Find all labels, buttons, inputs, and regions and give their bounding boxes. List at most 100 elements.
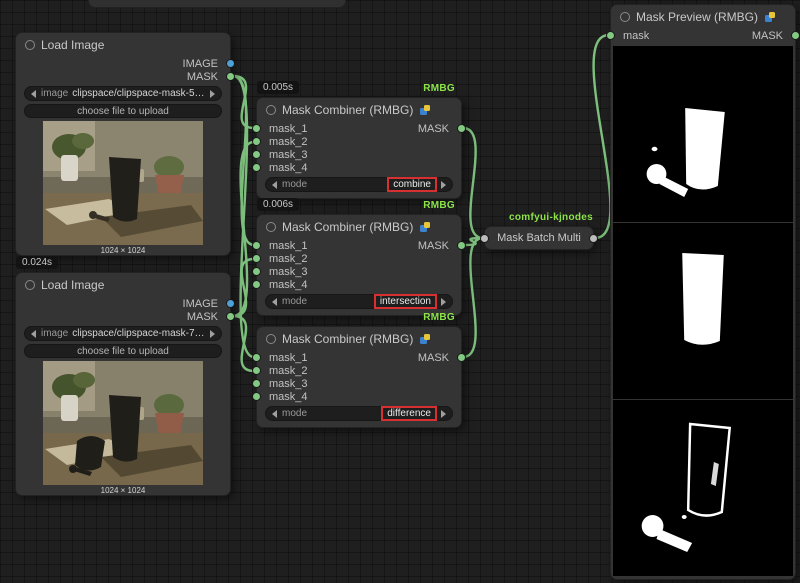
mask-input-dot[interactable] <box>252 137 261 146</box>
mode-value-highlighted: difference <box>381 406 437 421</box>
prev-arrow-icon[interactable] <box>31 330 36 338</box>
puzzle-icon <box>419 221 431 233</box>
image-combo-widget[interactable]: image clipspace/clipspace-mask-790768... <box>24 326 222 341</box>
mask-input-dot[interactable] <box>252 392 261 401</box>
node-mask-combiner-3[interactable]: RMBG Mask Combiner (RMBG) mask_1 MASK ma… <box>256 326 462 428</box>
mask-output-dot[interactable] <box>791 31 800 40</box>
widget-label: mode <box>282 296 307 307</box>
puzzle-icon <box>764 11 776 23</box>
mask-preview-gallery <box>613 46 793 576</box>
slot-label: mask_1 <box>269 240 308 252</box>
batch-input-dot[interactable] <box>480 234 489 243</box>
prev-arrow-icon[interactable] <box>31 90 36 98</box>
mask-input-dot[interactable] <box>252 150 261 159</box>
mask-output-dot[interactable] <box>457 241 466 250</box>
input-slot-mask: mask MASK <box>611 29 795 43</box>
prev-arrow-icon[interactable] <box>272 410 277 418</box>
slot-label: MASK <box>418 240 461 252</box>
mask-input-dot[interactable] <box>252 353 261 362</box>
execution-time-badge: 0.006s <box>257 198 299 211</box>
node-pack-badge: comfyui-kjnodes <box>509 212 593 223</box>
mask-output-dot[interactable] <box>457 353 466 362</box>
mask-input-dot[interactable] <box>252 366 261 375</box>
choose-file-button[interactable]: choose file to upload <box>24 104 222 118</box>
input-slot-mask-1: mask_1 MASK <box>257 239 461 252</box>
node-header[interactable]: Load Image <box>16 273 230 297</box>
collapse-toggle-icon[interactable] <box>25 40 35 50</box>
node-mask-preview[interactable]: Mask Preview (RMBG) mask MASK <box>610 4 796 580</box>
slot-label: MASK <box>187 71 218 83</box>
slot-label: IMAGE <box>183 58 218 70</box>
mask-input-dot[interactable] <box>252 280 261 289</box>
node-load-image-2[interactable]: 0.024s Load Image IMAGE MASK image clips… <box>15 272 231 496</box>
image-output-dot[interactable] <box>226 59 235 68</box>
slot-label: MASK <box>187 311 218 323</box>
next-arrow-icon[interactable] <box>210 330 215 338</box>
image-output-dot[interactable] <box>226 299 235 308</box>
mask-output-dot[interactable] <box>226 72 235 81</box>
mask-output-dot[interactable] <box>457 124 466 133</box>
prev-arrow-icon[interactable] <box>272 298 277 306</box>
slot-label: MASK <box>752 30 795 42</box>
mask-input-dot[interactable] <box>252 379 261 388</box>
slot-label: mask_3 <box>269 378 308 390</box>
mask-output-dot[interactable] <box>226 312 235 321</box>
slot-label: mask_3 <box>269 266 308 278</box>
slot-label: MASK <box>418 352 461 364</box>
node-mask-combiner-2[interactable]: 0.006s RMBG Mask Combiner (RMBG) mask_1 … <box>256 214 462 316</box>
collapse-toggle-icon[interactable] <box>266 105 276 115</box>
mode-combo-widget[interactable]: mode combine <box>265 177 453 192</box>
mask-input-dot[interactable] <box>252 163 261 172</box>
widget-label: image <box>41 88 68 99</box>
input-slot-mask-1: mask_1 MASK <box>257 351 461 364</box>
next-arrow-icon[interactable] <box>441 410 446 418</box>
node-pack-badge: RMBG <box>423 83 455 94</box>
collapse-toggle-icon[interactable] <box>266 334 276 344</box>
collapse-toggle-icon[interactable] <box>266 222 276 232</box>
input-slot-mask-4: mask_4 <box>257 278 461 291</box>
node-pack-badge: RMBG <box>423 200 455 211</box>
slot-label: mask_3 <box>269 149 308 161</box>
prev-arrow-icon[interactable] <box>272 181 277 189</box>
node-title: Mask Combiner (RMBG) <box>282 103 413 117</box>
next-arrow-icon[interactable] <box>210 90 215 98</box>
slot-label: mask_4 <box>269 391 308 403</box>
mode-combo-widget[interactable]: mode difference <box>265 406 453 421</box>
mode-combo-widget[interactable]: mode intersection <box>265 294 453 309</box>
input-slot-mask-4: mask_4 <box>257 161 461 174</box>
image-preview <box>43 361 203 485</box>
next-arrow-icon[interactable] <box>441 181 446 189</box>
mask-input-dot[interactable] <box>252 241 261 250</box>
image-combo-widget[interactable]: image clipspace/clipspace-mask-577005... <box>24 86 222 101</box>
mask-input-dot[interactable] <box>606 31 615 40</box>
node-header[interactable]: Mask Combiner (RMBG) <box>257 98 461 122</box>
choose-file-button[interactable]: choose file to upload <box>24 344 222 358</box>
offscreen-node-partial[interactable] <box>88 0 346 8</box>
widget-label: mode <box>282 179 307 190</box>
collapse-toggle-icon[interactable] <box>25 280 35 290</box>
node-header[interactable]: Mask Combiner (RMBG) <box>257 215 461 239</box>
image-resolution: 1024 × 1024 <box>16 246 230 255</box>
mask-input-dot[interactable] <box>252 254 261 263</box>
mask-preview-difference <box>613 400 793 576</box>
next-arrow-icon[interactable] <box>441 298 446 306</box>
node-mask-combiner-1[interactable]: 0.005s RMBG Mask Combiner (RMBG) mask_1 … <box>256 97 462 199</box>
node-mask-batch-multi[interactable]: comfyui-kjnodes Mask Batch Multi <box>484 226 594 250</box>
node-title: Mask Batch Multi <box>497 232 581 244</box>
puzzle-icon <box>419 104 431 116</box>
slot-label: IMAGE <box>183 298 218 310</box>
input-slot-mask-2: mask_2 <box>257 364 461 377</box>
node-load-image-1[interactable]: Load Image IMAGE MASK image clipspace/cl… <box>15 32 231 256</box>
mask-input-dot[interactable] <box>252 267 261 276</box>
node-graph-canvas[interactable]: Load Image IMAGE MASK image clipspace/cl… <box>0 0 800 583</box>
execution-time-badge: 0.024s <box>16 256 58 269</box>
slot-label: mask_1 <box>269 123 308 135</box>
batch-output-dot[interactable] <box>589 234 598 243</box>
node-header[interactable]: Mask Preview (RMBG) <box>611 5 795 29</box>
collapse-toggle-icon[interactable] <box>620 12 630 22</box>
node-title: Mask Preview (RMBG) <box>636 10 758 24</box>
node-header[interactable]: Load Image <box>16 33 230 57</box>
node-header[interactable]: Mask Combiner (RMBG) <box>257 327 461 351</box>
mask-input-dot[interactable] <box>252 124 261 133</box>
widget-label: mode <box>282 408 307 419</box>
